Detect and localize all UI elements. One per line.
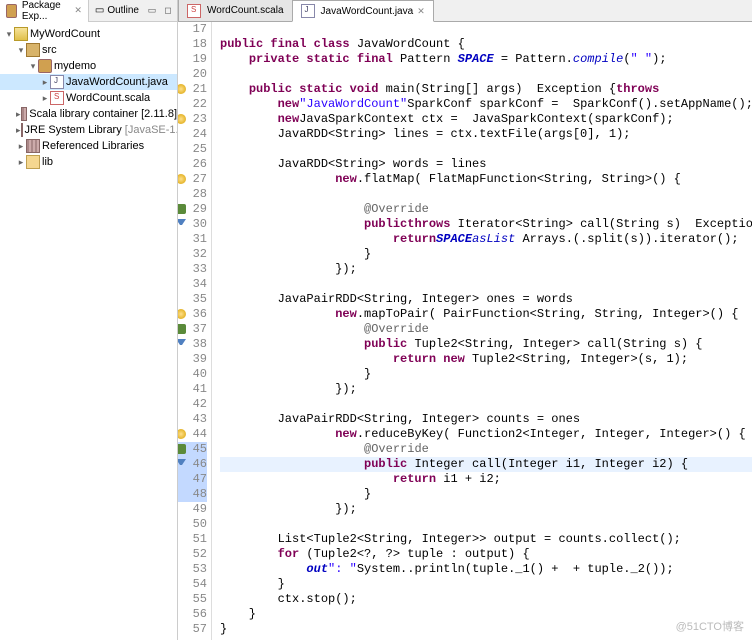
- scala-file-icon: [187, 4, 201, 18]
- tree-ref-lib[interactable]: ▸Referenced Libraries: [0, 138, 177, 154]
- outline-icon: ▭: [95, 5, 104, 16]
- tree-scala-lib[interactable]: ▸Scala library container [2.11.8]: [0, 106, 177, 122]
- tree-file-scala[interactable]: ▸WordCount.scala: [0, 90, 177, 106]
- java-file-icon: [301, 4, 315, 18]
- editor-tab-bar: WordCount.scala JavaWordCount.java ✕: [178, 0, 752, 22]
- tab-package-explorer[interactable]: Package Exp... ✕: [0, 0, 89, 22]
- tab-label: Package Exp...: [22, 0, 71, 22]
- side-toolbar: ▭ ◻: [145, 4, 177, 18]
- package-icon: [6, 4, 17, 18]
- library-icon: [26, 139, 40, 153]
- folder-icon: [26, 155, 40, 169]
- package-explorer-view: Package Exp... ✕ ▭ Outline ▭ ◻ ▾MyWordCo…: [0, 0, 178, 640]
- editor-area: WordCount.scala JavaWordCount.java ✕ 171…: [178, 0, 752, 640]
- close-icon[interactable]: ✕: [74, 5, 82, 16]
- library-icon: [21, 123, 23, 137]
- line-number-gutter: 1718192021222324252627282930313233343536…: [178, 22, 212, 640]
- scala-file-icon: [50, 91, 64, 105]
- library-icon: [21, 107, 28, 121]
- side-tab-bar: Package Exp... ✕ ▭ Outline ▭ ◻: [0, 0, 177, 22]
- editor-tab-label: WordCount.scala: [207, 5, 284, 16]
- tree-file-java[interactable]: ▸JavaWordCount.java: [0, 74, 177, 90]
- project-icon: [14, 27, 28, 41]
- project-tree[interactable]: ▾MyWordCount ▾src ▾mydemo ▸JavaWordCount…: [0, 22, 177, 640]
- java-file-icon: [50, 75, 64, 89]
- package-icon: [38, 59, 52, 73]
- tree-src[interactable]: ▾src: [0, 42, 177, 58]
- editor-tab-scala[interactable]: WordCount.scala: [178, 0, 293, 21]
- tree-lib-folder[interactable]: ▸lib: [0, 154, 177, 170]
- tab-outline[interactable]: ▭ Outline: [89, 0, 145, 22]
- tree-jre-lib[interactable]: ▸JRE System Library [JavaSE-1.7]: [0, 122, 177, 138]
- maximize-icon[interactable]: ◻: [161, 4, 175, 18]
- close-icon[interactable]: ✕: [417, 6, 425, 17]
- tree-package[interactable]: ▾mydemo: [0, 58, 177, 74]
- tab-label: Outline: [107, 5, 139, 16]
- code-editor[interactable]: 1718192021222324252627282930313233343536…: [178, 22, 752, 640]
- editor-tab-label: JavaWordCount.java: [321, 6, 414, 17]
- src-folder-icon: [26, 43, 40, 57]
- ide-root: Package Exp... ✕ ▭ Outline ▭ ◻ ▾MyWordCo…: [0, 0, 752, 640]
- code-content[interactable]: public final class JavaWordCount { priva…: [212, 22, 752, 640]
- editor-tab-java[interactable]: JavaWordCount.java ✕: [292, 0, 434, 22]
- tree-project[interactable]: ▾MyWordCount: [0, 26, 177, 42]
- minimize-icon[interactable]: ▭: [145, 4, 159, 18]
